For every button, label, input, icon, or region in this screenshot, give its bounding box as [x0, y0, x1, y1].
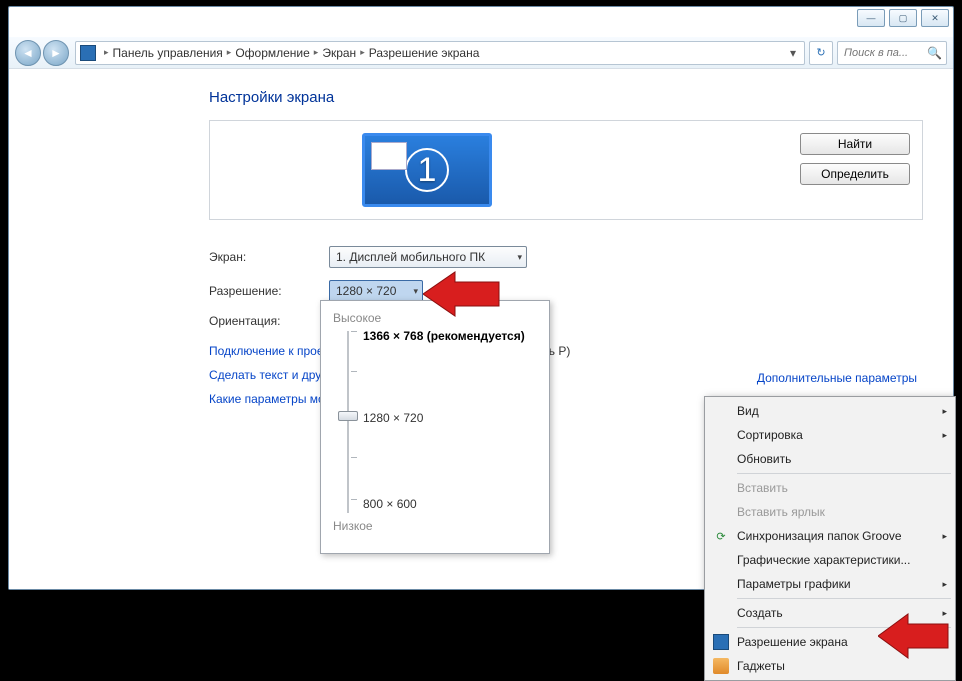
- search-box[interactable]: 🔍: [837, 41, 947, 65]
- cm-refresh[interactable]: Обновить: [707, 447, 953, 471]
- control-panel-icon: [80, 45, 96, 61]
- close-button[interactable]: ✕: [921, 9, 949, 27]
- monitor-preview[interactable]: 1: [362, 133, 492, 207]
- advanced-settings-link[interactable]: Дополнительные параметры: [757, 371, 917, 385]
- detect-button[interactable]: Определить: [800, 163, 910, 185]
- annotation-arrow-icon: [423, 268, 503, 320]
- refresh-button[interactable]: ↻: [809, 41, 833, 65]
- breadcrumb-dropdown[interactable]: ▾: [786, 46, 800, 60]
- cm-paste: Вставить: [707, 476, 953, 500]
- screen-label: Экран:: [209, 250, 329, 264]
- orientation-label: Ориентация:: [209, 314, 329, 328]
- gadget-icon: [713, 658, 729, 674]
- slider-low-label: Низкое: [333, 519, 537, 533]
- breadcrumb-item[interactable]: Разрешение экрана: [369, 46, 480, 60]
- slider-thumb[interactable]: [338, 411, 358, 421]
- titlebar-controls: — ▢ ✕: [857, 9, 949, 27]
- maximize-button[interactable]: ▢: [889, 9, 917, 27]
- minimize-button[interactable]: —: [857, 9, 885, 27]
- cm-sort[interactable]: Сортировка▸: [707, 423, 953, 447]
- cm-graphics-params[interactable]: Параметры графики▸: [707, 572, 953, 596]
- breadcrumb-item[interactable]: Оформление: [235, 46, 309, 60]
- search-input[interactable]: [842, 46, 922, 60]
- breadcrumb-item[interactable]: Экран: [322, 46, 356, 60]
- find-button[interactable]: Найти: [800, 133, 910, 155]
- breadcrumb-item[interactable]: Панель управления: [113, 46, 223, 60]
- monitor-number: 1: [405, 148, 449, 192]
- projector-link[interactable]: Подключение к проекь P): [209, 344, 923, 358]
- slider-min-label: 800 × 600: [363, 497, 417, 511]
- screen-dropdown[interactable]: 1. Дисплей мобильного ПК: [329, 246, 527, 268]
- slider-current-label: 1280 × 720: [363, 411, 423, 425]
- slider-recommended-label: 1366 × 768 (рекомендуется): [363, 329, 525, 343]
- search-icon: 🔍: [927, 46, 942, 60]
- monitor-mini-icon: [371, 142, 407, 170]
- cm-paste-shortcut: Вставить ярлык: [707, 500, 953, 524]
- display-preview-panel: 1 Найти Определить: [209, 120, 923, 220]
- resolution-slider-popup: Высокое 1366 × 768 (рекомендуется) 1280 …: [320, 300, 550, 554]
- resolution-dropdown[interactable]: 1280 × 720: [329, 280, 423, 302]
- resolution-label: Разрешение:: [209, 284, 329, 298]
- annotation-arrow-icon: [878, 612, 950, 660]
- cm-view[interactable]: Вид▸: [707, 399, 953, 423]
- breadcrumb[interactable]: ▸ Панель управления ▸ Оформление ▸ Экран…: [75, 41, 805, 65]
- slider-track[interactable]: [333, 331, 363, 513]
- forward-button[interactable]: ►: [43, 40, 69, 66]
- cm-graphics-chars[interactable]: Графические характеристики...: [707, 548, 953, 572]
- page-title: Настройки экрана: [209, 89, 923, 106]
- sync-icon: ⟳: [713, 528, 729, 544]
- screen-icon: [713, 634, 729, 650]
- back-button[interactable]: ◄: [15, 40, 41, 66]
- cm-groove-sync[interactable]: ⟳Синхронизация папок Groove▸: [707, 524, 953, 548]
- navbar: ◄ ► ▸ Панель управления ▸ Оформление ▸ Э…: [9, 37, 953, 69]
